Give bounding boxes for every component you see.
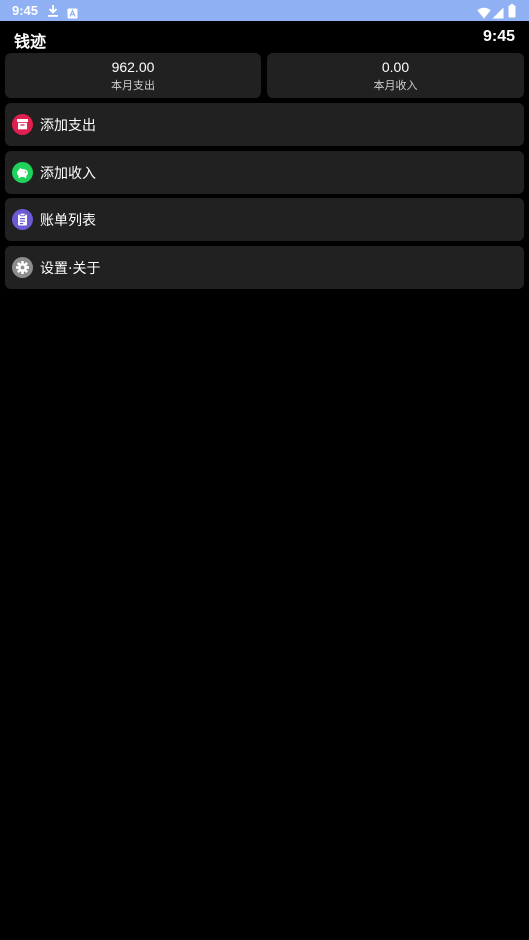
monthly-expense-value: 962.00 [111, 59, 155, 75]
battery-icon [508, 3, 516, 18]
add-income-button[interactable]: 添加收入 [5, 151, 524, 194]
settings-about-button[interactable]: 设置·关于 [5, 246, 524, 289]
download-icon [47, 3, 59, 17]
signal-icon [492, 4, 504, 19]
monthly-income-value: 0.00 [381, 59, 410, 75]
clipboard-icon [12, 209, 33, 230]
a11y-a-icon [67, 4, 78, 19]
wifi-icon [477, 4, 491, 19]
add-expense-button[interactable]: 添加支出 [5, 103, 524, 146]
add-expense-label: 添加支出 [40, 118, 96, 134]
header-clock: 9:45 [482, 28, 515, 45]
monthly-income-card[interactable]: 0.00 本月收入 [267, 53, 524, 98]
gear-icon [12, 257, 33, 278]
bill-list-button[interactable]: 账单列表 [5, 198, 524, 241]
status-time: 9:45 [12, 3, 39, 18]
monthly-income-label: 本月收入 [373, 79, 418, 92]
monthly-expense-card[interactable]: 962.00 本月支出 [5, 53, 261, 98]
status-bar: 9:45 [0, 0, 529, 21]
app-title: 钱迹 [14, 32, 47, 51]
monthly-expense-label: 本月支出 [111, 79, 155, 92]
app-header: 钱迹 9:45 [0, 21, 529, 53]
add-income-label: 添加收入 [40, 166, 96, 182]
income-piggy-icon [12, 162, 33, 183]
expense-box-icon [12, 114, 33, 135]
bill-list-label: 账单列表 [40, 213, 96, 229]
settings-about-label: 设置·关于 [40, 261, 101, 277]
